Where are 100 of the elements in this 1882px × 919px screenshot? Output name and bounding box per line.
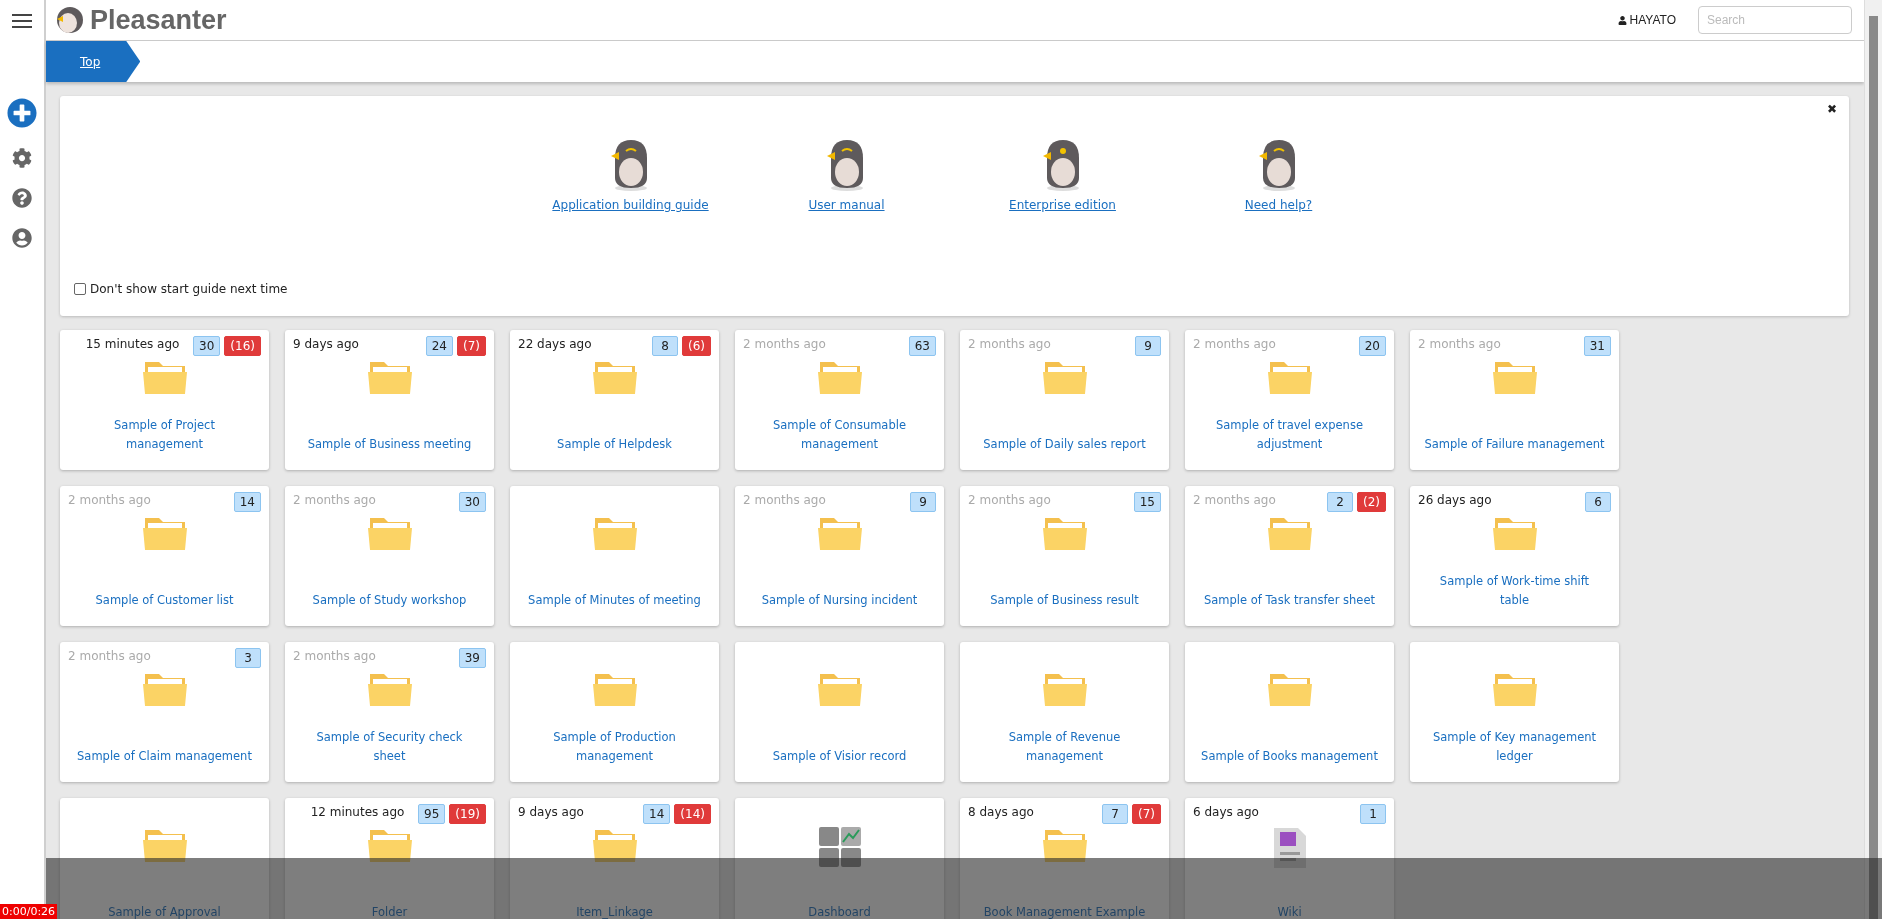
count-badge: 14 [233, 492, 261, 512]
site-card[interactable]: 2 months ago 20 Sample of travel expense adjustment [1185, 330, 1394, 470]
guide-link[interactable]: Enterprise edition [1009, 198, 1116, 212]
site-card[interactable]: 2 months ago 39 Sample of Security check sheet [285, 642, 494, 782]
site-title[interactable]: Sample of Production management [518, 728, 711, 766]
updated-time: 2 months ago [293, 492, 377, 508]
site-card[interactable]: 26 days ago 6 Sample of Work-time shift table [1410, 486, 1619, 626]
count-badge: 2 [1327, 492, 1353, 512]
close-button[interactable]: ✖ [1826, 102, 1837, 116]
count-badge: 95 [418, 804, 446, 824]
scrollbar[interactable] [1864, 0, 1882, 919]
updated-time: 2 months ago [968, 336, 1052, 352]
site-title[interactable]: Sample of Minutes of meeting [522, 591, 707, 610]
count-badge: 7 [1102, 804, 1128, 824]
updated-time: 2 months ago [743, 492, 827, 508]
site-title[interactable]: Sample of Daily sales report [977, 435, 1152, 454]
site-card[interactable]: 2 months ago 2 (2) Sample of Task transfer sheet [1185, 486, 1394, 626]
site-title[interactable]: Sample of Work-time shift table [1418, 572, 1611, 610]
menu-icon[interactable] [12, 14, 32, 28]
updated-time: 9 days ago [293, 336, 360, 352]
site-title[interactable]: Sample of Customer list [89, 591, 240, 610]
site-card[interactable]: 2 months ago 9 Sample of Daily sales report [960, 330, 1169, 470]
checkbox-label: Don't show start guide next time [90, 282, 288, 296]
user-name[interactable]: HAYATO [1629, 13, 1676, 27]
site-card[interactable]: 9 days ago 14 (14) Item_Linkage [510, 798, 719, 919]
add-icon[interactable] [7, 98, 37, 128]
site-card[interactable]: 15 minutes ago 30 (16) Sample of Project management [60, 330, 269, 470]
site-title[interactable]: Sample of Business meeting [301, 435, 478, 454]
updated-time: 8 days ago [968, 804, 1035, 820]
overdue-badge: (14) [674, 804, 711, 824]
count-badge: 20 [1358, 336, 1386, 356]
site-title[interactable]: Sample of Study workshop [306, 591, 473, 610]
count-badge: 31 [1583, 336, 1611, 356]
site-title[interactable]: Sample of Business result [984, 591, 1145, 610]
site-card[interactable]: 2 months ago 31 Sample of Failure management [1410, 330, 1619, 470]
count-badge: 14 [643, 804, 671, 824]
search-field[interactable]: Search [1698, 6, 1852, 34]
app-name: Pleasanter [90, 4, 227, 36]
overdue-badge: (19) [449, 804, 486, 824]
overdue-badge: (2) [1357, 492, 1386, 512]
overdue-badge: (7) [457, 336, 486, 356]
checkbox[interactable] [74, 283, 86, 295]
user-icon[interactable] [12, 228, 32, 248]
site-card[interactable]: 12 minutes ago 95 (19) Folder [285, 798, 494, 919]
site-title[interactable]: Sample of Nursing incident [755, 591, 924, 610]
site-title[interactable]: Sample of Claim management [71, 747, 258, 766]
site-title[interactable]: Sample of Helpdesk [551, 435, 678, 454]
count-badge: 24 [425, 336, 453, 356]
count-badge: 9 [910, 492, 936, 512]
breadcrumb-link[interactable]: Top [46, 41, 141, 82]
site-card[interactable]: 2 months ago 63 Sample of Consumable management [735, 330, 944, 470]
count-badge: 8 [652, 336, 678, 356]
updated-time: 9 days ago [518, 804, 585, 820]
count-badge: 9 [1135, 336, 1161, 356]
count-badge: 63 [908, 336, 936, 356]
site-title[interactable]: Sample of Failure management [1418, 435, 1611, 454]
site-card[interactable]: 6 days ago 1 Wiki [1185, 798, 1394, 919]
overdue-badge: (7) [1132, 804, 1161, 824]
count-badge: 6 [1585, 492, 1611, 512]
site-title[interactable]: Sample of Project management [68, 416, 261, 454]
count-badge: 30 [458, 492, 486, 512]
site-title[interactable]: Sample of Key management ledger [1418, 728, 1611, 766]
updated-time: 26 days ago [1418, 492, 1493, 508]
scrollbar-thumb[interactable] [1869, 16, 1878, 919]
site-card[interactable]: 22 days ago 8 (6) Sample of Helpdesk [510, 330, 719, 470]
site-title[interactable]: Sample of Task transfer sheet [1198, 591, 1381, 610]
overdue-badge: (6) [682, 336, 711, 356]
site-card[interactable]: 2 months ago 15 Sample of Business result [960, 486, 1169, 626]
user-icon [1617, 15, 1627, 25]
overdue-badge: (16) [224, 336, 261, 356]
document-icon [1271, 826, 1308, 870]
site-card[interactable]: Sample of Minutes of meeting [510, 486, 719, 626]
site-title[interactable]: Sample of Visior record [766, 747, 913, 766]
site-card[interactable]: Sample of Books management [1185, 642, 1394, 782]
count-badge: 30 [193, 336, 221, 356]
site-card[interactable]: Sample of Visior record [735, 642, 944, 782]
count-badge: 39 [458, 648, 486, 668]
help-icon[interactable] [12, 188, 32, 208]
settings-icon[interactable] [12, 148, 32, 168]
site-card[interactable]: Sample of Revenue management [960, 642, 1169, 782]
site-card[interactable]: 8 days ago 7 (7) Book Management Example [960, 798, 1169, 919]
updated-time: 6 days ago [1193, 804, 1260, 820]
site-card[interactable]: 2 months ago 30 Sample of Study workshop [285, 486, 494, 626]
site-card[interactable]: Sample of Production management [510, 642, 719, 782]
guide-link[interactable]: User manual [808, 198, 885, 212]
site-title[interactable]: Sample of Consumable management [743, 416, 936, 454]
guide-link[interactable]: Application building guide [552, 198, 709, 212]
video-time: 0:00/0:26 [0, 904, 58, 919]
site-title[interactable]: Sample of Revenue management [968, 728, 1161, 766]
guide-link[interactable]: Need help? [1244, 198, 1313, 212]
site-title[interactable]: Sample of Security check sheet [293, 728, 486, 766]
site-title[interactable]: Sample of Books management [1195, 747, 1384, 766]
site-card[interactable]: Sample of Key management ledger [1410, 642, 1619, 782]
updated-time: 22 days ago [518, 336, 593, 352]
site-title[interactable]: Sample of travel expense adjustment [1193, 416, 1386, 454]
site-card[interactable]: 9 days ago 24 (7) Sample of Business meeting [285, 330, 494, 470]
site-card[interactable]: 2 months ago 9 Sample of Nursing incident [735, 486, 944, 626]
site-card[interactable]: 2 months ago 14 Sample of Customer list [60, 486, 269, 626]
site-card[interactable]: 2 months ago 3 Sample of Claim management [60, 642, 269, 782]
updated-time: 2 months ago [968, 492, 1052, 508]
